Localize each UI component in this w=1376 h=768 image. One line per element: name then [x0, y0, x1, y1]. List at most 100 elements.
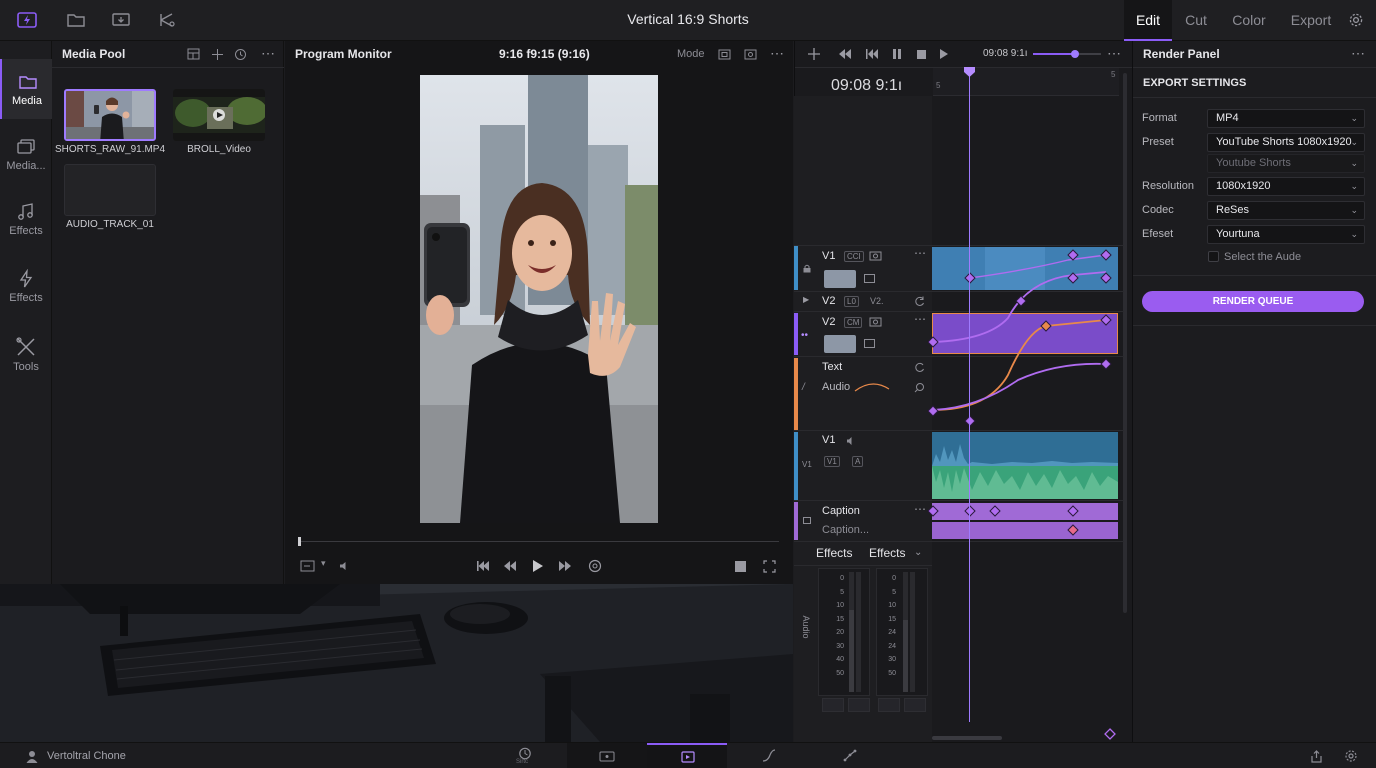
refresh-icon[interactable]	[912, 295, 926, 307]
settings-gear-icon[interactable]	[1346, 10, 1366, 30]
rail-item-media-library[interactable]: Media...	[0, 124, 52, 184]
chevron-down-icon[interactable]: ⌄	[914, 547, 922, 558]
user-icon[interactable]	[25, 749, 39, 763]
rewind-icon[interactable]	[501, 558, 519, 574]
fast-forward-icon[interactable]	[556, 558, 574, 574]
cut-tool-icon[interactable]	[155, 9, 179, 31]
stop-icon[interactable]	[914, 47, 928, 61]
timeline-playhead[interactable]	[969, 70, 970, 722]
tab-color[interactable]: Color	[1224, 0, 1274, 41]
more-options-icon[interactable]: ⋯	[914, 246, 926, 260]
more-options-icon[interactable]: ⋯	[1107, 45, 1121, 62]
mode-label[interactable]: Mode	[677, 48, 705, 60]
tab-export[interactable]: Export	[1283, 0, 1339, 41]
render-queue-button[interactable]: RENDER QUEUE	[1142, 291, 1364, 312]
mute-button[interactable]	[878, 698, 900, 712]
format-select[interactable]: MP4 ⌄	[1207, 109, 1365, 128]
more-options-icon[interactable]: ⋯	[261, 45, 275, 62]
rewind-icon[interactable]	[838, 47, 852, 61]
scrub-playhead[interactable]	[298, 537, 301, 546]
media-item-label: SHORTS_RAW_91.MP4	[55, 144, 166, 155]
stop-icon[interactable]	[732, 559, 748, 573]
effects-tab[interactable]: Effects	[816, 546, 852, 560]
page-cut[interactable]	[567, 743, 647, 768]
page-media[interactable]: Sirtc	[486, 743, 566, 768]
lock-icon[interactable]	[801, 262, 813, 274]
settings-gear-icon[interactable]	[1343, 749, 1359, 763]
rail-item-effects[interactable]: Effects	[0, 256, 52, 316]
overlay-icon[interactable]	[743, 47, 757, 61]
fullscreen-icon[interactable]	[761, 558, 777, 574]
track-tag[interactable]: CM	[844, 317, 863, 328]
zoom-slider-handle[interactable]	[1071, 50, 1079, 58]
play-icon[interactable]	[529, 557, 547, 575]
rail-item-tools[interactable]: Tools	[0, 324, 52, 384]
chevron-right-icon[interactable]: ▶	[803, 295, 809, 304]
ruler-mark: 5	[1111, 70, 1116, 79]
audio-meter-left	[818, 568, 870, 696]
volume-icon[interactable]	[337, 559, 351, 573]
media-thumbnail[interactable]	[173, 89, 265, 141]
media-thumbnail[interactable]	[64, 164, 156, 216]
efeset-select[interactable]: Yourtuna ⌄	[1207, 225, 1365, 244]
end-marker-icon[interactable]	[1104, 728, 1116, 740]
tab-edit[interactable]: Edit	[1124, 0, 1172, 41]
resolution-select[interactable]: 1080x1920 ⌄	[1207, 177, 1365, 196]
keyframe-curves[interactable]	[928, 240, 1128, 550]
meter-scale: 0 5 10 15 20 30 40 50	[836, 575, 844, 677]
track-tag[interactable]: CCI	[844, 251, 864, 262]
layout-icon[interactable]	[186, 47, 200, 61]
camera-icon[interactable]	[868, 316, 882, 328]
tab-cut[interactable]: Cut	[1176, 0, 1216, 41]
more-options-icon[interactable]: ⋯	[914, 312, 926, 326]
add-icon[interactable]	[806, 46, 822, 62]
view-mode-icon[interactable]	[299, 559, 319, 573]
preset-select[interactable]: YouTube Shorts 1080x1920 ⌄	[1207, 133, 1365, 152]
page-color[interactable]	[809, 743, 889, 768]
track-tag[interactable]: A	[852, 456, 864, 467]
page-edit[interactable]	[647, 743, 727, 768]
media-thumbnail[interactable]	[64, 89, 156, 141]
video-preview[interactable]	[420, 75, 658, 523]
chevron-down-icon[interactable]: ▾	[321, 558, 326, 569]
go-to-start-icon[interactable]	[865, 47, 879, 61]
curve-tool-icon[interactable]: /	[802, 382, 805, 393]
more-options-icon[interactable]: ⋯	[914, 502, 926, 516]
safe-area-icon[interactable]	[717, 47, 731, 61]
more-options-icon[interactable]: ⋯	[770, 45, 784, 62]
volume-icon[interactable]	[845, 435, 857, 447]
play-icon[interactable]	[937, 47, 951, 61]
sync-icon[interactable]	[233, 47, 247, 61]
timeline-horizontal-scrollbar[interactable]	[932, 736, 1002, 740]
record-button[interactable]	[904, 698, 926, 712]
share-icon[interactable]	[1308, 749, 1324, 763]
app-logo-icon[interactable]	[15, 9, 39, 31]
codec-select[interactable]: ReSes ⌄	[1207, 201, 1365, 220]
select-audio-checkbox[interactable]	[1208, 251, 1219, 262]
effects-tab[interactable]: Effects	[869, 546, 905, 560]
playhead-handle-icon[interactable]	[963, 66, 976, 78]
meter-scale-right: 0 5 10 15 24 24 30 50	[888, 575, 896, 677]
more-options-icon[interactable]: ⋯	[1351, 45, 1365, 62]
solo-button[interactable]	[848, 698, 870, 712]
track-tag[interactable]: L0	[844, 296, 859, 307]
rail-item-audio-effects[interactable]: Effects	[0, 189, 52, 249]
audio-curve-icon	[854, 383, 890, 392]
open-folder-icon[interactable]	[64, 9, 88, 31]
go-to-start-icon[interactable]	[474, 558, 492, 574]
loop-icon[interactable]	[586, 558, 604, 574]
drag-handle-icon[interactable]: ••	[801, 330, 808, 341]
track-tag[interactable]: V1	[824, 456, 840, 467]
rail-item-media[interactable]: Media	[0, 59, 52, 119]
timeline-ruler[interactable]	[933, 68, 1119, 96]
search-icon[interactable]	[912, 381, 926, 393]
rotate-icon[interactable]	[912, 361, 926, 373]
camera-icon[interactable]	[868, 250, 882, 262]
clip-page-icon	[598, 749, 616, 763]
pause-icon[interactable]	[890, 47, 904, 61]
mute-button[interactable]	[822, 698, 844, 712]
move-icon[interactable]	[210, 47, 224, 61]
import-media-icon[interactable]	[109, 9, 133, 31]
monitor-scrub-bar[interactable]	[299, 541, 779, 542]
page-fusion[interactable]	[728, 743, 808, 768]
